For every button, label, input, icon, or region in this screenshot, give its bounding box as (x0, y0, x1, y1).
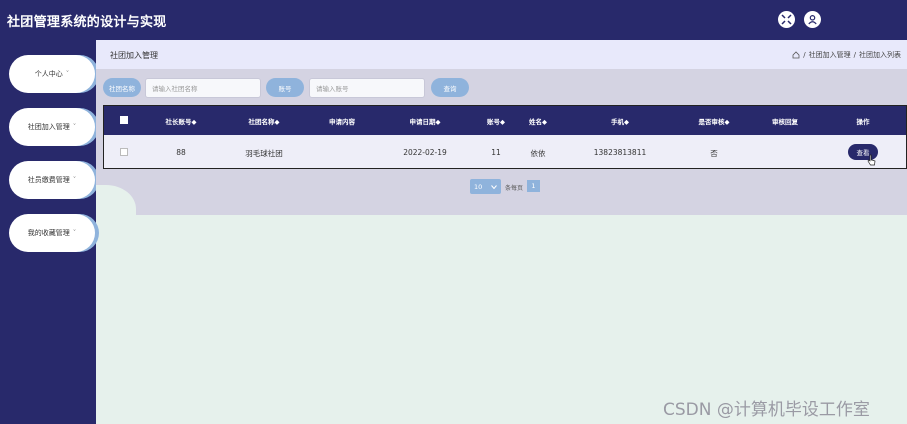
sidebar-item-club-join[interactable]: 社团加入管理 ˅ (9, 108, 95, 146)
fullscreen-icon[interactable] (778, 11, 795, 28)
breadcrumb-separator: / (853, 51, 856, 59)
sidebar-item-label: 社团加入管理 (27, 123, 70, 131)
user-icon[interactable] (804, 11, 821, 28)
page-title: 社团加入管理 (110, 51, 158, 60)
page-number-current[interactable]: 1 (527, 180, 540, 192)
page-size-value: 10 (474, 182, 483, 191)
breadcrumb-path: / 社团加入管理 / 社团加入列表 (792, 50, 901, 60)
sidebar-item-label: 社员缴费管理 (27, 176, 70, 184)
breadcrumb-level2: 社团加入列表 (859, 51, 901, 59)
column-header[interactable]: 手机◆ (611, 116, 629, 126)
chevron-down-icon (491, 184, 497, 189)
watermark: CSDN @计算机毕设工作室 (663, 400, 870, 420)
account-input[interactable]: 请输入账号 (309, 78, 425, 98)
cell-audited: 否 (710, 149, 718, 158)
sidebar-item-label: 个人中心 (34, 70, 63, 78)
sidebar-item-member-fee[interactable]: 社员缴费管理 ˅ (9, 161, 95, 199)
home-icon[interactable] (792, 51, 800, 59)
cell-account: 11 (491, 148, 501, 157)
app-title: 社团管理系统的设计与实现 (7, 15, 167, 30)
club-name-label: 社团名称 (103, 78, 141, 97)
column-header[interactable]: 社团名称◆ (249, 116, 280, 126)
chevron-down-icon: ˅ (72, 123, 77, 131)
sidebar-item-favorites[interactable]: 我的收藏管理 ˅ (9, 214, 95, 252)
cell-name: 依依 (530, 149, 546, 158)
club-name-input[interactable]: 请输入社团名称 (145, 78, 261, 98)
page-size-suffix: 条每页 (505, 185, 524, 192)
top-bar: 社团管理系统的设计与实现 (0, 0, 907, 40)
column-header[interactable]: 姓名◆ (529, 116, 547, 126)
column-header: 审核回复 (772, 118, 798, 126)
chevron-down-icon: ˅ (72, 176, 77, 184)
breadcrumb-level1[interactable]: 社团加入管理 (809, 50, 851, 60)
breadcrumb-separator: / (803, 51, 806, 59)
cell-club-name: 羽毛球社团 (245, 149, 283, 158)
page-size-select[interactable]: 10 (470, 179, 501, 194)
query-button[interactable]: 查询 (431, 78, 469, 97)
sidebar-item-personal-center[interactable]: 个人中心 ˅ (9, 55, 95, 93)
chevron-down-icon: ˅ (72, 229, 77, 237)
chevron-down-icon: ˅ (65, 70, 70, 78)
cell-date: 2022-02-19 (403, 148, 447, 157)
account-label: 账号 (266, 78, 304, 97)
column-header[interactable]: 申请日期◆ (410, 116, 441, 126)
breadcrumb: 社团加入管理 / 社团加入管理 / 社团加入列表 (96, 40, 907, 69)
data-table: 社长账号◆ 社团名称◆ 申请内容 申请日期◆ 账号◆ 姓名◆ 手机◆ 是否审核◆… (103, 105, 907, 169)
row-checkbox[interactable] (120, 148, 128, 156)
pointer-cursor-icon (867, 154, 876, 166)
column-header: 申请内容 (329, 118, 355, 126)
sidebar-item-label: 我的收藏管理 (27, 229, 70, 237)
cell-phone: 13823813811 (593, 148, 647, 157)
table-header: 社长账号◆ 社团名称◆ 申请内容 申请日期◆ 账号◆ 姓名◆ 手机◆ 是否审核◆… (104, 106, 906, 135)
column-header: 操作 (856, 118, 870, 126)
cell-leader-account: 88 (176, 148, 186, 157)
select-all-checkbox[interactable] (120, 116, 128, 124)
column-header[interactable]: 社长账号◆ (166, 116, 197, 126)
sidebar: 个人中心 ˅ 社团加入管理 ˅ 社员缴费管理 ˅ 我的收藏管理 ˅ (0, 40, 96, 424)
column-header[interactable]: 是否审核◆ (699, 116, 730, 126)
column-header[interactable]: 账号◆ (487, 116, 505, 126)
